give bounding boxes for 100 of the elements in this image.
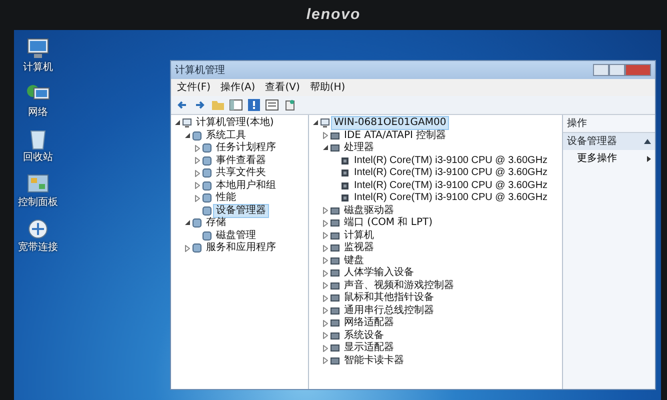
tree-item[interactable]: 显示适配器 bbox=[342, 342, 396, 354]
tree-item[interactable]: 系统工具 bbox=[204, 130, 248, 142]
chip-icon bbox=[340, 193, 350, 204]
tree-item[interactable]: 事件查看器 bbox=[214, 154, 268, 167]
tree-item[interactable]: 人体学输入设备 bbox=[342, 267, 416, 280]
device-icon bbox=[330, 206, 340, 216]
desktop-shortcut[interactable]: 网络 bbox=[25, 83, 51, 120]
shortcut-label: 回收站 bbox=[23, 150, 53, 165]
tree-item[interactable]: 网络适配器 bbox=[342, 317, 396, 330]
expand-arrow-icon[interactable] bbox=[195, 157, 200, 164]
tool-icon bbox=[202, 206, 212, 216]
desktop-shortcut[interactable]: 宽带连接 bbox=[18, 218, 58, 255]
expand-arrow-icon[interactable] bbox=[323, 257, 328, 264]
expand-arrow-icon[interactable] bbox=[195, 144, 200, 152]
desktop-shortcut[interactable]: 控制面板 bbox=[18, 173, 58, 210]
tool-icon bbox=[202, 168, 212, 178]
maximize-button[interactable] bbox=[609, 64, 625, 76]
tree-item[interactable]: 计算机管理(本地) bbox=[194, 117, 276, 130]
collapse-arrow-icon bbox=[644, 139, 651, 144]
tree-item[interactable]: 智能卡读卡器 bbox=[342, 354, 406, 367]
collapse-arrow-icon[interactable] bbox=[312, 120, 318, 126]
collapse-arrow-icon[interactable] bbox=[322, 145, 328, 152]
tool-icon bbox=[202, 156, 212, 166]
expand-arrow-icon[interactable] bbox=[323, 282, 328, 290]
section-title: 设备管理器 bbox=[567, 135, 617, 149]
expand-arrow-icon[interactable] bbox=[195, 170, 200, 177]
tree-item[interactable]: IDE ATA/ATAPI 控制器 bbox=[342, 130, 448, 142]
tree-item[interactable]: Intel(R) Core(TM) i3-9100 CPU @ 3.60GHz bbox=[352, 167, 550, 180]
device-icon bbox=[330, 243, 340, 254]
tree-item[interactable]: Intel(R) Core(TM) i3-9100 CPU @ 3.60GHz bbox=[352, 154, 550, 167]
chip-icon bbox=[340, 180, 350, 191]
properties-button[interactable] bbox=[283, 98, 297, 112]
expand-arrow-icon[interactable] bbox=[323, 132, 328, 140]
expand-arrow-icon[interactable] bbox=[323, 244, 328, 252]
tree-item[interactable]: 设备管理器 bbox=[214, 204, 268, 217]
expand-arrow-icon[interactable] bbox=[323, 270, 328, 277]
collapse-arrow-icon[interactable] bbox=[174, 120, 180, 126]
tool-icon bbox=[192, 130, 202, 141]
expand-arrow-icon[interactable] bbox=[195, 194, 200, 202]
tree-item[interactable]: 处理器 bbox=[342, 142, 376, 154]
expand-arrow-icon[interactable] bbox=[323, 294, 328, 302]
tree-item[interactable]: WIN-0681OE01GAM00 bbox=[332, 117, 448, 130]
expand-arrow-icon[interactable] bbox=[323, 357, 328, 364]
desktop-shortcut[interactable]: 回收站 bbox=[23, 128, 53, 165]
expand-arrow-icon[interactable] bbox=[323, 232, 328, 240]
tool-icon bbox=[202, 143, 212, 154]
tree-item[interactable]: 系统设备 bbox=[342, 330, 386, 342]
tree-item[interactable]: 鼠标和其他指针设备 bbox=[342, 292, 436, 304]
desktop-shortcut[interactable]: 计算机 bbox=[23, 38, 53, 75]
tree-item[interactable]: 本地用户和组 bbox=[214, 180, 278, 192]
collapse-arrow-icon[interactable] bbox=[184, 220, 190, 226]
tree-item[interactable]: 端口 (COM 和 LPT) bbox=[342, 217, 435, 230]
tree-item[interactable]: 计算机 bbox=[342, 230, 376, 242]
list-button[interactable] bbox=[265, 98, 279, 112]
tree-item[interactable]: 任务计划程序 bbox=[214, 142, 278, 154]
expand-arrow-icon[interactable] bbox=[323, 307, 328, 314]
tree-item[interactable]: 键盘 bbox=[342, 254, 366, 267]
minimize-button[interactable] bbox=[593, 64, 609, 76]
brand-logo: lenovo bbox=[306, 4, 361, 25]
computer-icon bbox=[25, 38, 51, 60]
tree-item[interactable]: 监视器 bbox=[342, 242, 376, 254]
tree-item[interactable]: 存储 bbox=[204, 217, 228, 230]
menu-item[interactable]: 帮助(H) bbox=[306, 80, 350, 95]
menu-item[interactable]: 文件(F) bbox=[173, 80, 215, 95]
tree-item[interactable]: 服务和应用程序 bbox=[204, 242, 278, 254]
tree-item[interactable]: 磁盘驱动器 bbox=[342, 204, 396, 217]
tree-item[interactable]: Intel(R) Core(TM) i3-9100 CPU @ 3.60GHz bbox=[352, 180, 550, 192]
panel-button[interactable] bbox=[229, 98, 243, 112]
shortcut-label: 控制面板 bbox=[18, 196, 58, 210]
expand-arrow-icon[interactable] bbox=[323, 320, 328, 327]
tree-item[interactable]: 声音、视频和游戏控制器 bbox=[342, 280, 456, 292]
expand-arrow-icon[interactable] bbox=[323, 332, 328, 340]
actions-section-header[interactable]: 设备管理器 bbox=[563, 133, 655, 150]
device-icon bbox=[330, 256, 340, 266]
tree-item[interactable]: 共享文件夹 bbox=[214, 167, 268, 180]
expand-arrow-icon[interactable] bbox=[185, 244, 190, 252]
tree-item[interactable]: 通用串行总线控制器 bbox=[342, 304, 436, 317]
expand-arrow-icon[interactable] bbox=[323, 344, 328, 352]
control-panel-icon bbox=[25, 173, 51, 195]
action-label: 更多操作 bbox=[577, 152, 617, 166]
collapse-arrow-icon[interactable] bbox=[184, 132, 190, 139]
tree-item[interactable]: 性能 bbox=[214, 192, 238, 204]
chip-icon bbox=[340, 168, 350, 178]
expand-arrow-icon[interactable] bbox=[323, 220, 328, 227]
tree-item[interactable]: 磁盘管理 bbox=[214, 230, 258, 242]
device-icon bbox=[330, 218, 340, 228]
tree-item[interactable]: Intel(R) Core(TM) i3-9100 CPU @ 3.60GHz bbox=[352, 192, 550, 204]
action-item[interactable]: 更多操作 bbox=[563, 150, 655, 167]
device-icon bbox=[330, 130, 340, 141]
help-button[interactable] bbox=[247, 98, 261, 112]
device-icon bbox=[330, 306, 340, 316]
expand-arrow-icon[interactable] bbox=[195, 182, 200, 190]
tool-icon bbox=[192, 218, 202, 228]
menu-item[interactable]: 查看(V) bbox=[261, 80, 304, 95]
menu-item[interactable]: 操作(A) bbox=[216, 80, 260, 95]
tool-icon bbox=[202, 230, 212, 241]
device-icon bbox=[330, 268, 340, 278]
expand-arrow-icon[interactable] bbox=[323, 207, 328, 214]
tool-icon bbox=[192, 243, 202, 254]
device-icon bbox=[330, 318, 340, 328]
